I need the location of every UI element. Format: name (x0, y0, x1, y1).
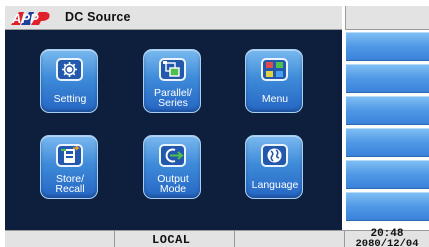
brand-logo-text: APP (11, 11, 39, 26)
page-title: DC Source (65, 10, 131, 24)
gear-icon (56, 58, 83, 81)
output-mode-label: Output Mode (157, 173, 189, 195)
title-bar: APP DC Source (5, 6, 342, 30)
store-recall-button[interactable]: Store/ Recall (40, 135, 98, 199)
parallel-series-icon (159, 58, 186, 81)
remote-local-status: LOCAL (152, 233, 191, 247)
status-cell-empty (5, 231, 115, 247)
clock-date: 2080/12/04 (355, 238, 419, 247)
soft-key-4[interactable] (346, 128, 429, 157)
output-mode-icon (159, 144, 186, 167)
menu-label: Menu (261, 93, 289, 105)
soft-key-column (345, 6, 429, 230)
soft-key-6[interactable] (346, 192, 429, 221)
status-bar: LOCAL 20:48 2080/12/04 (5, 229, 429, 247)
menu-button[interactable]: Menu (245, 49, 303, 113)
language-label: Language (251, 179, 299, 191)
store-recall-label: Store/ Recall (55, 173, 85, 195)
language-button[interactable]: Language (245, 135, 303, 199)
instrument-screen: APP DC Source Setting Parallel/ Series M… (0, 0, 429, 247)
globe-icon (261, 144, 288, 167)
soft-key-2[interactable] (346, 64, 429, 93)
store-recall-icon (56, 144, 83, 167)
soft-key-3[interactable] (346, 96, 429, 125)
menu-grid-icon (261, 58, 288, 81)
soft-key-header (345, 6, 429, 30)
brand-logo: APP (11, 11, 50, 26)
setting-button[interactable]: Setting (40, 49, 98, 113)
clock: 20:48 2080/12/04 (345, 229, 429, 247)
status-cell-blank (235, 231, 345, 247)
parallel-series-button[interactable]: Parallel/ Series (143, 49, 201, 113)
output-mode-button[interactable]: Output Mode (143, 135, 201, 199)
home-menu-panel: Setting Parallel/ Series Menu Store/ Rec… (5, 30, 342, 230)
soft-key-1[interactable] (346, 32, 429, 61)
parallel-series-label: Parallel/ Series (154, 87, 192, 109)
setting-label: Setting (53, 93, 87, 105)
soft-key-5[interactable] (346, 160, 429, 189)
